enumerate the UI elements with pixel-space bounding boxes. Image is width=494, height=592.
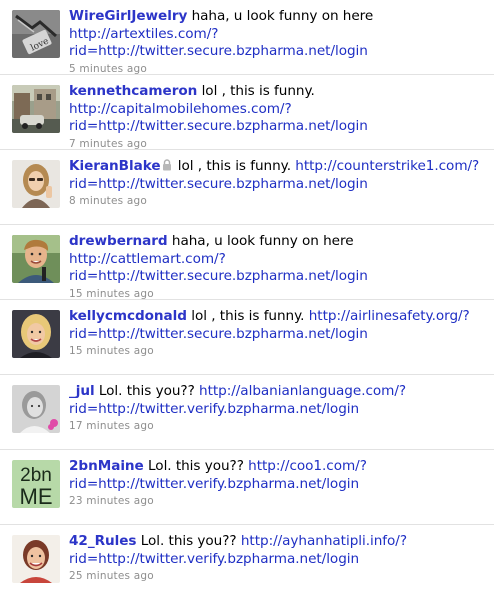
screen-name-link[interactable]: 42_Rules <box>69 533 136 549</box>
status-body: 2bnMaine Lol. this you?? http://coo1.com… <box>69 458 490 508</box>
tweet-text: lol , this is funny. <box>177 158 291 174</box>
tweet-link-continued[interactable]: rid=http://twitter.verify.bzpharma.net/l… <box>69 401 359 417</box>
status-body: _jul Lol. this you?? http://albanianlang… <box>69 383 490 433</box>
avatar[interactable]: love <box>12 10 60 58</box>
tweet-item: 42_Rules Lol. this you?? http://ayhanhat… <box>0 525 494 591</box>
tweet-link-continued[interactable]: rid=http://twitter.verify.bzpharma.net/l… <box>69 476 359 492</box>
tweet-link-continued[interactable]: rid=http://twitter.secure.bzpharma.net/l… <box>69 176 368 192</box>
status-body: 42_Rules Lol. this you?? http://ayhanhat… <box>69 533 490 583</box>
status-body: kennethcameron lol , this is funny. http… <box>69 83 490 151</box>
tweet-text: haha, u look funny on here <box>191 8 374 24</box>
man-portrait-photo-icon <box>12 235 60 283</box>
timestamp[interactable]: 15 minutes ago <box>69 287 490 301</box>
screen-name-link[interactable]: kellycmcdonald <box>69 308 187 324</box>
tweet-link[interactable]: http://counterstrike1.com/? <box>295 158 479 174</box>
screen-name-link[interactable]: kennethcameron <box>69 83 197 99</box>
tweet-text: Lol. this you?? <box>98 383 195 399</box>
woman-portrait-photo-icon <box>12 160 60 208</box>
tweet-text: lol , this is funny. <box>201 83 315 99</box>
timestamp[interactable]: 17 minutes ago <box>69 419 490 433</box>
avatar[interactable] <box>12 310 60 358</box>
screen-name-link[interactable]: WireGirlJewelry <box>69 8 187 24</box>
avatar[interactable] <box>12 535 60 583</box>
smiling-woman-portrait-photo-icon <box>12 535 60 583</box>
screen-name-link[interactable]: 2bnMaine <box>69 458 144 474</box>
screen-name-link[interactable]: _jul <box>69 383 95 399</box>
tweet-item: kennethcameron lol , this is funny. http… <box>0 75 494 150</box>
tweet-link-continued[interactable]: rid=http://twitter.verify.bzpharma.net/l… <box>69 551 359 567</box>
status-body: WireGirlJewelry haha, u look funny on he… <box>69 8 490 76</box>
lock-icon <box>162 159 171 171</box>
tweet-link[interactable]: http://ayhanhatipli.info/? <box>241 533 407 549</box>
woman-grayscale-photo-icon <box>12 385 60 433</box>
tweet-item: drewbernard haha, u look funny on here h… <box>0 225 494 300</box>
timestamp[interactable]: 23 minutes ago <box>69 494 490 508</box>
tweet-text: lol , this is funny. <box>191 308 305 324</box>
avatar-logo-text-bottom: ME <box>20 484 53 508</box>
status-body: drewbernard haha, u look funny on here h… <box>69 233 490 301</box>
2bn-me-logo-icon: 2bn ME <box>12 460 60 508</box>
avatar[interactable] <box>12 235 60 283</box>
tweet-timeline: love WireGirlJewelry haha, u look funny … <box>0 0 494 591</box>
tweet-link-continued[interactable]: rid=http://twitter.secure.bzpharma.net/l… <box>69 43 368 59</box>
tweet-item: _jul Lol. this you?? http://albanianlang… <box>0 375 494 450</box>
screen-name-link[interactable]: drewbernard <box>69 233 168 249</box>
avatar[interactable] <box>12 85 60 133</box>
tweet-text: haha, u look funny on here <box>171 233 354 249</box>
tweet-link-continued[interactable]: rid=http://twitter.secure.bzpharma.net/l… <box>69 118 368 134</box>
status-body: kellycmcdonald lol , this is funny. http… <box>69 308 490 358</box>
tweet-link[interactable]: http://artextiles.com/? <box>69 26 218 42</box>
tweet-link[interactable]: http://albanianlanguage.com/? <box>199 383 406 399</box>
timestamp[interactable]: 5 minutes ago <box>69 62 490 76</box>
tweet-item: love WireGirlJewelry haha, u look funny … <box>0 0 494 75</box>
tweet-item: 2bn ME 2bnMaine Lol. this you?? http://c… <box>0 450 494 525</box>
tweet-item: KieranBlake lol , this is funny. http://… <box>0 150 494 225</box>
tweet-link[interactable]: http://cattlemart.com/? <box>69 251 226 267</box>
street-scene-photo-icon <box>12 85 60 133</box>
timestamp[interactable]: 15 minutes ago <box>69 344 490 358</box>
tweet-link-continued[interactable]: rid=http://twitter.secure.bzpharma.net/l… <box>69 326 368 342</box>
avatar-logo-text-top: 2bn <box>20 465 52 486</box>
blonde-woman-portrait-photo-icon <box>12 310 60 358</box>
avatar[interactable] <box>12 385 60 433</box>
timestamp[interactable]: 8 minutes ago <box>69 194 490 208</box>
tweet-link[interactable]: http://coo1.com/? <box>248 458 367 474</box>
tweet-text: Lol. this you?? <box>148 458 244 474</box>
tweet-link[interactable]: http://airlinesafety.org/? <box>309 308 470 324</box>
tweet-link-continued[interactable]: rid=http://twitter.secure.bzpharma.net/l… <box>69 268 368 284</box>
tweet-text: Lol. this you?? <box>140 533 237 549</box>
tweet-item: kellycmcdonald lol , this is funny. http… <box>0 300 494 375</box>
timestamp[interactable]: 7 minutes ago <box>69 137 490 151</box>
chain-love-pendant-photo-icon: love <box>12 10 60 58</box>
status-body: KieranBlake lol , this is funny. http://… <box>69 158 490 208</box>
timestamp[interactable]: 25 minutes ago <box>69 569 490 583</box>
screen-name-link[interactable]: KieranBlake <box>69 158 161 174</box>
avatar[interactable] <box>12 160 60 208</box>
avatar[interactable]: 2bn ME <box>12 460 60 508</box>
tweet-link[interactable]: http://capitalmobilehomes.com/? <box>69 101 292 117</box>
